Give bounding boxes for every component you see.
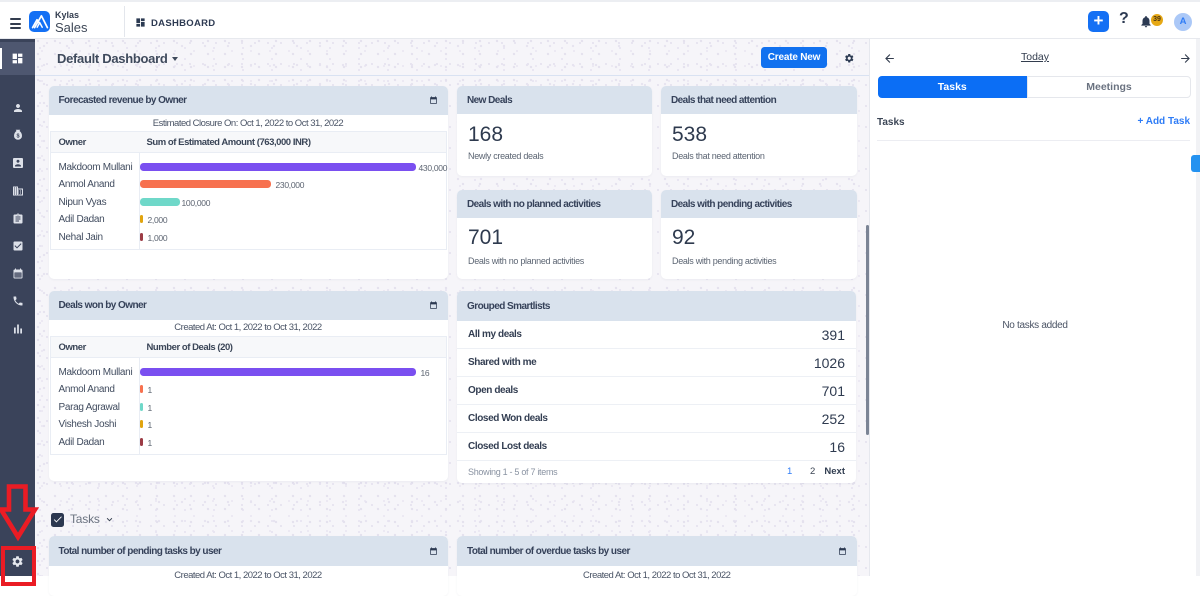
svg-text:$: $ [16,134,19,140]
